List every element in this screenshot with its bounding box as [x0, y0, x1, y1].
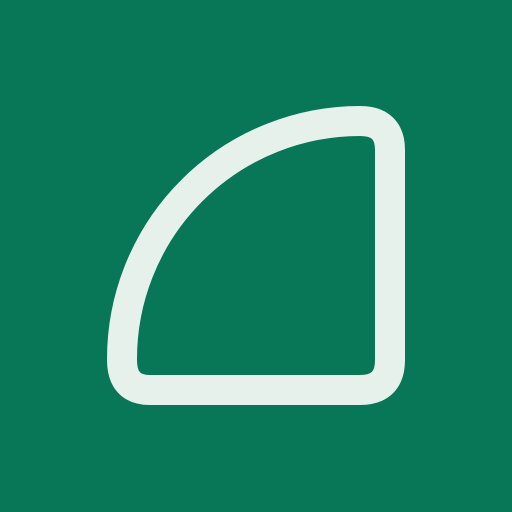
icon-background	[0, 0, 512, 512]
quarter-circle-icon	[0, 0, 512, 512]
app-icon	[0, 0, 512, 512]
